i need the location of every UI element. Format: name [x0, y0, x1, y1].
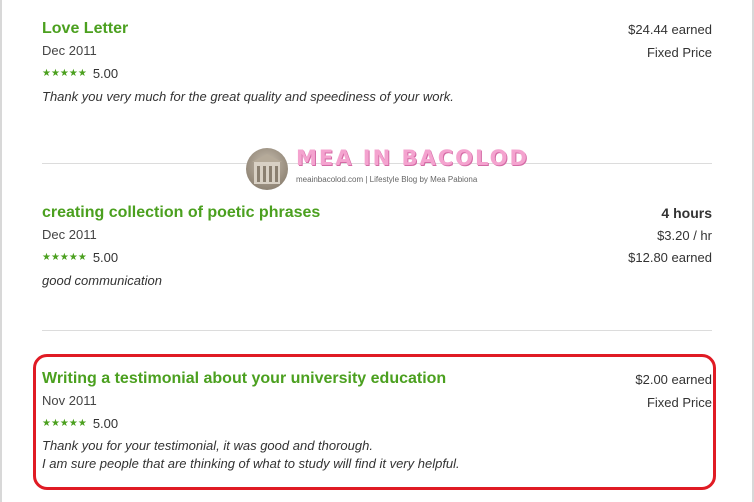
rating-value: 5.00: [92, 250, 119, 265]
job-title-link[interactable]: creating collection of poetic phrases: [42, 204, 320, 222]
watermark: MEA IN BACOLOD meainbacolod.com | Lifest…: [246, 146, 527, 192]
building-logo-icon: [246, 148, 288, 190]
job-title-link[interactable]: Love Letter: [42, 20, 128, 38]
feedback-line: I am sure people that are thinking of wh…: [42, 456, 460, 471]
job-entry: creating collection of poetic phrases De…: [42, 204, 712, 314]
job-date: Dec 2011: [42, 227, 97, 242]
hours-worked: 4 hours: [661, 205, 712, 221]
job-entry: Writing a testimonial about your univers…: [42, 370, 712, 490]
rating: ★★★★★ 5.00: [42, 66, 118, 81]
hourly-rate: $3.20 / hr: [657, 228, 712, 243]
earned-amount: $2.00 earned: [635, 372, 712, 387]
star-rating-icon: ★★★★★: [42, 252, 87, 263]
rating-value: 5.00: [92, 416, 119, 431]
left-border: [0, 0, 2, 502]
job-date: Dec 2011: [42, 43, 97, 58]
watermark-subtitle: meainbacolod.com | Lifestyle Blog by Mea…: [296, 175, 478, 184]
star-rating-icon: ★★★★★: [42, 418, 87, 429]
job-entry: Love Letter Dec 2011 ★★★★★ 5.00 Thank yo…: [42, 20, 712, 130]
rating-value: 5.00: [92, 66, 119, 81]
job-date: Nov 2011: [42, 393, 97, 408]
rating: ★★★★★ 5.00: [42, 416, 118, 431]
feedback-line: Thank you for your testimonial, it was g…: [42, 438, 373, 453]
feedback-text: Thank you very much for the great qualit…: [42, 89, 454, 104]
price-type: Fixed Price: [646, 45, 712, 60]
price-type: Fixed Price: [646, 395, 712, 410]
watermark-title: MEA IN BACOLOD: [296, 146, 529, 170]
rating: ★★★★★ 5.00: [42, 250, 118, 265]
feedback-text: Thank you for your testimonial, it was g…: [42, 437, 482, 473]
feedback-text: good communication: [42, 273, 162, 288]
earned-amount: $12.80 earned: [628, 250, 712, 265]
job-title-link[interactable]: Writing a testimonial about your univers…: [42, 370, 446, 388]
divider: [42, 330, 712, 331]
earned-amount: $24.44 earned: [628, 22, 712, 37]
star-rating-icon: ★★★★★: [42, 68, 87, 79]
